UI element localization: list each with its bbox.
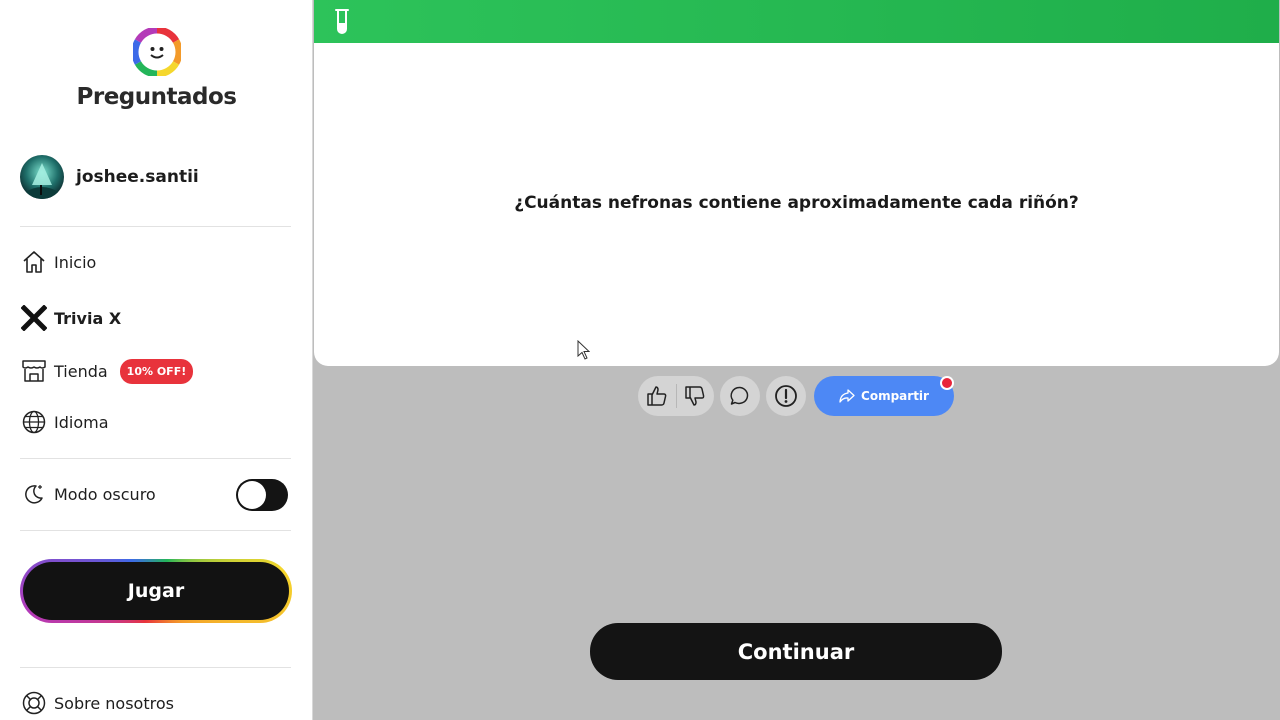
thumbs-down-icon [685, 386, 705, 406]
dark-mode-toggle[interactable] [236, 479, 288, 511]
preguntados-logo-icon [132, 28, 181, 76]
dark-mode-row: Modo oscuro [20, 476, 288, 512]
question-text: ¿Cuántas nefronas contiene aproximadamen… [514, 193, 1079, 213]
x-icon [20, 304, 48, 332]
sidebar: Preguntados joshee.santii Inicio Trivia … [0, 0, 313, 720]
brand-name: Preguntados [76, 84, 237, 110]
category-header [314, 0, 1279, 43]
sidebar-item-inicio[interactable]: Inicio [20, 246, 96, 278]
divider [20, 667, 291, 668]
sidebar-item-idioma[interactable]: Idioma [20, 406, 109, 438]
comment-button[interactable] [720, 376, 760, 416]
sidebar-item-label: Inicio [54, 252, 97, 272]
sidebar-item-trivia-x[interactable]: Trivia X [20, 302, 121, 334]
avatar [20, 155, 64, 199]
question-actions: Compartir [638, 376, 954, 416]
share-button[interactable]: Compartir [814, 376, 954, 416]
sidebar-item-tienda[interactable]: Tienda 10% OFF! [20, 355, 194, 387]
share-label: Compartir [861, 389, 929, 403]
divider [20, 530, 291, 531]
thumbs-up-icon [647, 386, 667, 406]
like-button[interactable] [638, 376, 676, 416]
share-icon [839, 389, 855, 403]
home-icon [20, 248, 48, 276]
sidebar-item-label: Sobre nosotros [54, 693, 174, 713]
moon-icon [20, 480, 48, 508]
globe-icon [20, 408, 48, 436]
store-icon [20, 357, 48, 385]
vote-divider [676, 384, 677, 408]
vote-pill [638, 376, 714, 416]
notification-dot [940, 376, 954, 390]
user-profile[interactable]: joshee.santii [20, 155, 199, 199]
brand-logo[interactable]: Preguntados [0, 28, 313, 110]
mouse-cursor-icon [577, 340, 590, 360]
play-button[interactable]: Jugar [23, 562, 289, 620]
sidebar-item-label: Idioma [54, 412, 109, 432]
comment-icon [730, 386, 749, 405]
test-tube-icon [335, 9, 349, 34]
play-button-frame: Jugar [20, 559, 292, 623]
alert-icon [775, 385, 797, 407]
lifebuoy-icon [20, 689, 48, 717]
dark-mode-label: Modo oscuro [54, 484, 156, 504]
sidebar-item-label: Trivia X [54, 308, 122, 328]
continue-button[interactable]: Continuar [590, 623, 1002, 680]
main-area: ¿Cuántas nefronas contiene aproximadamen… [314, 0, 1280, 720]
divider [20, 226, 291, 227]
username: joshee.santii [76, 167, 199, 187]
dislike-button[interactable] [676, 376, 714, 416]
sidebar-item-label: Tienda [54, 361, 108, 381]
question-card: ¿Cuántas nefronas contiene aproximadamen… [314, 0, 1279, 366]
sidebar-item-about[interactable]: Sobre nosotros [20, 687, 174, 719]
report-button[interactable] [766, 376, 806, 416]
discount-badge: 10% OFF! [119, 358, 194, 384]
divider [20, 458, 291, 459]
toggle-knob [238, 481, 266, 509]
